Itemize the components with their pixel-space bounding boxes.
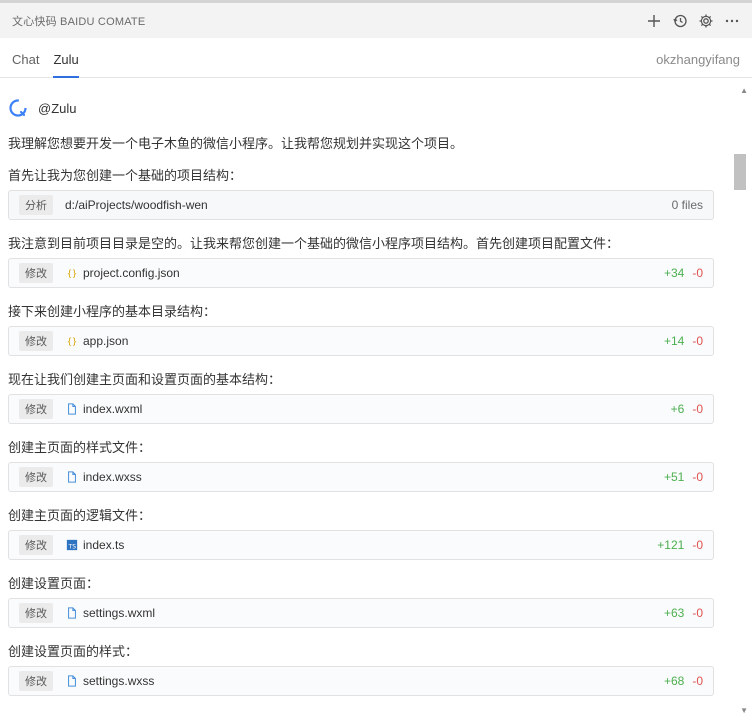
- file-name: settings.wxml: [83, 606, 156, 620]
- analysis-badge: 分析: [19, 195, 53, 215]
- file-name: project.config.json: [83, 266, 180, 280]
- plus-icon[interactable]: [646, 13, 662, 29]
- username: okzhangyifang: [656, 52, 740, 67]
- additions-count: +68: [663, 674, 685, 688]
- modify-badge: 修改: [19, 535, 53, 555]
- modify-badge: 修改: [19, 603, 53, 623]
- additions-count: +121: [657, 538, 685, 552]
- file-name: index.ts: [83, 538, 125, 552]
- history-icon[interactable]: [672, 13, 688, 29]
- deletions-count: -0: [692, 674, 703, 688]
- deletions-count: -0: [692, 538, 703, 552]
- message-text: 我注意到目前项目目录是空的。让我来帮您创建一个基础的微信小程序项目结构。首先创建…: [8, 235, 620, 251]
- deletions-count: -0: [692, 470, 703, 484]
- file-icon: [65, 674, 79, 688]
- svg-text:TS: TS: [68, 543, 77, 550]
- deletions-count: -0: [692, 402, 703, 416]
- gear-icon[interactable]: [698, 13, 714, 29]
- scroll-down-arrow[interactable]: ▼: [740, 706, 748, 715]
- analysis-card[interactable]: 分析 d:/aiProjects/woodfish-wen 0 files: [8, 190, 714, 220]
- tab-chat[interactable]: Chat: [12, 52, 39, 77]
- message-text: 创建主页面的样式文件：: [8, 439, 152, 455]
- ts-icon: TS: [65, 538, 79, 552]
- additions-count: +51: [663, 470, 685, 484]
- file-count: 0 files: [671, 198, 703, 212]
- file-change-card[interactable]: 修改 {} app.json +14 -0: [8, 326, 714, 356]
- file-name: settings.wxss: [83, 674, 155, 688]
- modify-badge: 修改: [19, 399, 53, 419]
- additions-count: +14: [663, 334, 685, 348]
- app-title: 文心快码 BAIDU COMATE: [12, 15, 146, 28]
- additions-count: +63: [663, 606, 685, 620]
- file-icon: [65, 470, 79, 484]
- project-path: d:/aiProjects/woodfish-wen: [65, 198, 208, 212]
- tab-bar: Chat Zulu okzhangyifang: [0, 38, 752, 78]
- additions-count: +6: [670, 402, 685, 416]
- file-change-card[interactable]: 修改 settings.wxml +63 -0: [8, 598, 714, 628]
- json-icon: {}: [65, 334, 79, 348]
- modify-badge: 修改: [19, 467, 53, 487]
- message-text: 现在让我们创建主页面和设置页面的基本结构：: [8, 371, 282, 387]
- message-text: 创建主页面的逻辑文件：: [8, 507, 152, 523]
- title-actions: [646, 13, 740, 29]
- agent-header: @Zulu: [8, 90, 714, 126]
- file-change-card[interactable]: 修改 settings.wxss +68 -0: [8, 666, 714, 696]
- json-icon: {}: [65, 266, 79, 280]
- scrollbar-thumb[interactable]: [734, 154, 746, 190]
- file-change-card[interactable]: 修改 index.wxss +51 -0: [8, 462, 714, 492]
- file-name: index.wxml: [83, 402, 143, 416]
- file-icon: [65, 606, 79, 620]
- title-bar: 文心快码 BAIDU COMATE: [0, 0, 752, 38]
- agent-name: @Zulu: [38, 100, 77, 116]
- zulu-logo-icon: [9, 99, 27, 117]
- svg-text:{}: {}: [67, 337, 77, 347]
- message-text: 首先让我为您创建一个基础的项目结构：: [8, 167, 243, 183]
- more-icon[interactable]: [724, 13, 740, 29]
- deletions-count: -0: [692, 606, 703, 620]
- message-text: 接下来创建小程序的基本目录结构：: [8, 303, 217, 319]
- file-icon: [65, 402, 79, 416]
- deletions-count: -0: [692, 334, 703, 348]
- modify-badge: 修改: [19, 263, 53, 283]
- file-change-card[interactable]: 修改 index.wxml +6 -0: [8, 394, 714, 424]
- file-name: index.wxss: [83, 470, 142, 484]
- message-text: 我理解您想要开发一个电子木鱼的微信小程序。让我帮您规划并实现这个项目。: [8, 135, 464, 151]
- deletions-count: -0: [692, 266, 703, 280]
- scroll-up-arrow[interactable]: ▲: [740, 86, 748, 95]
- modify-badge: 修改: [19, 331, 53, 351]
- file-change-card[interactable]: 修改 {} project.config.json +34 -0: [8, 258, 714, 288]
- file-change-card[interactable]: 修改 TS index.ts +121 -0: [8, 530, 714, 560]
- modify-badge: 修改: [19, 671, 53, 691]
- svg-text:{}: {}: [67, 269, 77, 279]
- message-text: 创建设置页面：: [8, 575, 100, 591]
- file-name: app.json: [83, 334, 129, 348]
- additions-count: +34: [663, 266, 685, 280]
- tab-zulu[interactable]: Zulu: [53, 52, 80, 78]
- chat-content: @Zulu 我理解您想要开发一个电子木鱼的微信小程序。让我帮您规划并实现这个项目…: [0, 78, 740, 722]
- message-text: 创建设置页面的样式：: [8, 643, 139, 659]
